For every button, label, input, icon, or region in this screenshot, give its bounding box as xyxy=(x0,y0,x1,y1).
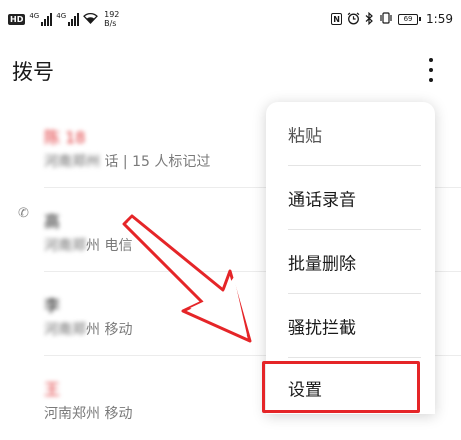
call-detail: 河南郑州 话 | 15 人标记过 xyxy=(44,151,210,171)
nfc-icon: N xyxy=(331,13,343,25)
sim1-signal-icon: 4G xyxy=(29,12,53,26)
more-vert-icon xyxy=(429,58,433,62)
menu-item-label: 批量删除 xyxy=(288,254,356,275)
caller-name: 陈 18 xyxy=(44,128,86,147)
call-location-masked: 河南郑 xyxy=(44,238,86,254)
call-detail: 河南郑州 移动 xyxy=(44,319,132,339)
menu-item-label: 设置 xyxy=(288,380,322,401)
overflow-menu: 粘贴 通话录音 批量删除 骚扰拦截 设置 xyxy=(266,102,435,414)
menu-item-label: 骚扰拦截 xyxy=(288,318,356,339)
hd-voice-badge: HD xyxy=(8,13,26,25)
vibrate-icon xyxy=(379,12,393,26)
caller-name: 李 xyxy=(44,296,61,315)
sim2-network-tag: 4G xyxy=(56,12,67,20)
call-carrier-text: 州 移动 xyxy=(86,322,133,338)
network-speed: 192 B/s xyxy=(104,10,119,28)
battery-icon: 69 xyxy=(398,13,422,25)
app-header: 拨号 xyxy=(0,38,461,104)
caller-name: 王 xyxy=(44,380,61,399)
call-tag-text: 话 | 15 人标记过 xyxy=(104,154,211,170)
status-bar: HD 4G 4G 192 B/s N 69 1:59 xyxy=(0,0,461,38)
bluetooth-icon xyxy=(365,11,374,27)
menu-item-label: 通话录音 xyxy=(288,190,356,211)
network-speed-value: 192 xyxy=(104,10,120,19)
status-bar-right: N 69 1:59 xyxy=(331,6,453,32)
sim1-network-tag: 4G xyxy=(29,12,40,20)
outgoing-call-icon: ✆ xyxy=(18,206,29,221)
caller-name: 高 xyxy=(44,212,61,231)
call-location-masked: 河南郑 xyxy=(44,322,86,338)
wifi-icon xyxy=(83,12,99,27)
sim2-signal-icon: 4G xyxy=(56,12,80,26)
call-detail: 河南郑州 移动 xyxy=(44,403,132,423)
menu-item-settings[interactable]: 设置 xyxy=(266,358,435,422)
menu-item-paste[interactable]: 粘贴 xyxy=(266,102,435,166)
clock: 1:59 xyxy=(426,12,453,26)
call-detail: 河南郑州 电信 xyxy=(44,235,132,255)
battery-level: 69 xyxy=(398,13,419,25)
alarm-icon xyxy=(347,12,360,27)
menu-item-batch-delete[interactable]: 批量删除 xyxy=(266,230,435,294)
call-carrier-text: 河南郑州 移动 xyxy=(44,406,133,422)
menu-item-call-recording[interactable]: 通话录音 xyxy=(266,166,435,230)
call-carrier-text: 州 电信 xyxy=(86,238,133,254)
page-title: 拨号 xyxy=(12,60,54,84)
menu-item-harassment-block[interactable]: 骚扰拦截 xyxy=(266,294,435,358)
call-location-masked: 河南郑州 xyxy=(44,154,105,170)
status-bar-left: HD 4G 4G 192 B/s xyxy=(8,6,119,32)
menu-item-label: 粘贴 xyxy=(288,126,322,147)
more-options-button[interactable] xyxy=(419,56,443,84)
network-speed-unit: B/s xyxy=(104,19,117,28)
